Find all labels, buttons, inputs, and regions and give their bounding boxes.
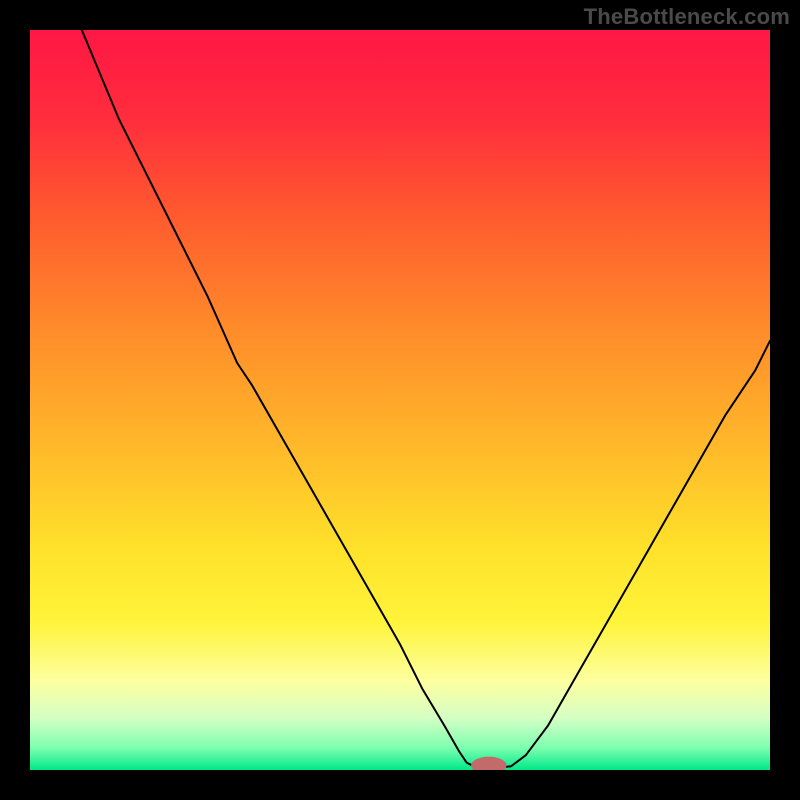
chart-frame: TheBottleneck.com <box>0 0 800 800</box>
bottleneck-plot <box>30 30 770 770</box>
plot-background <box>30 30 770 770</box>
watermark: TheBottleneck.com <box>584 4 790 30</box>
